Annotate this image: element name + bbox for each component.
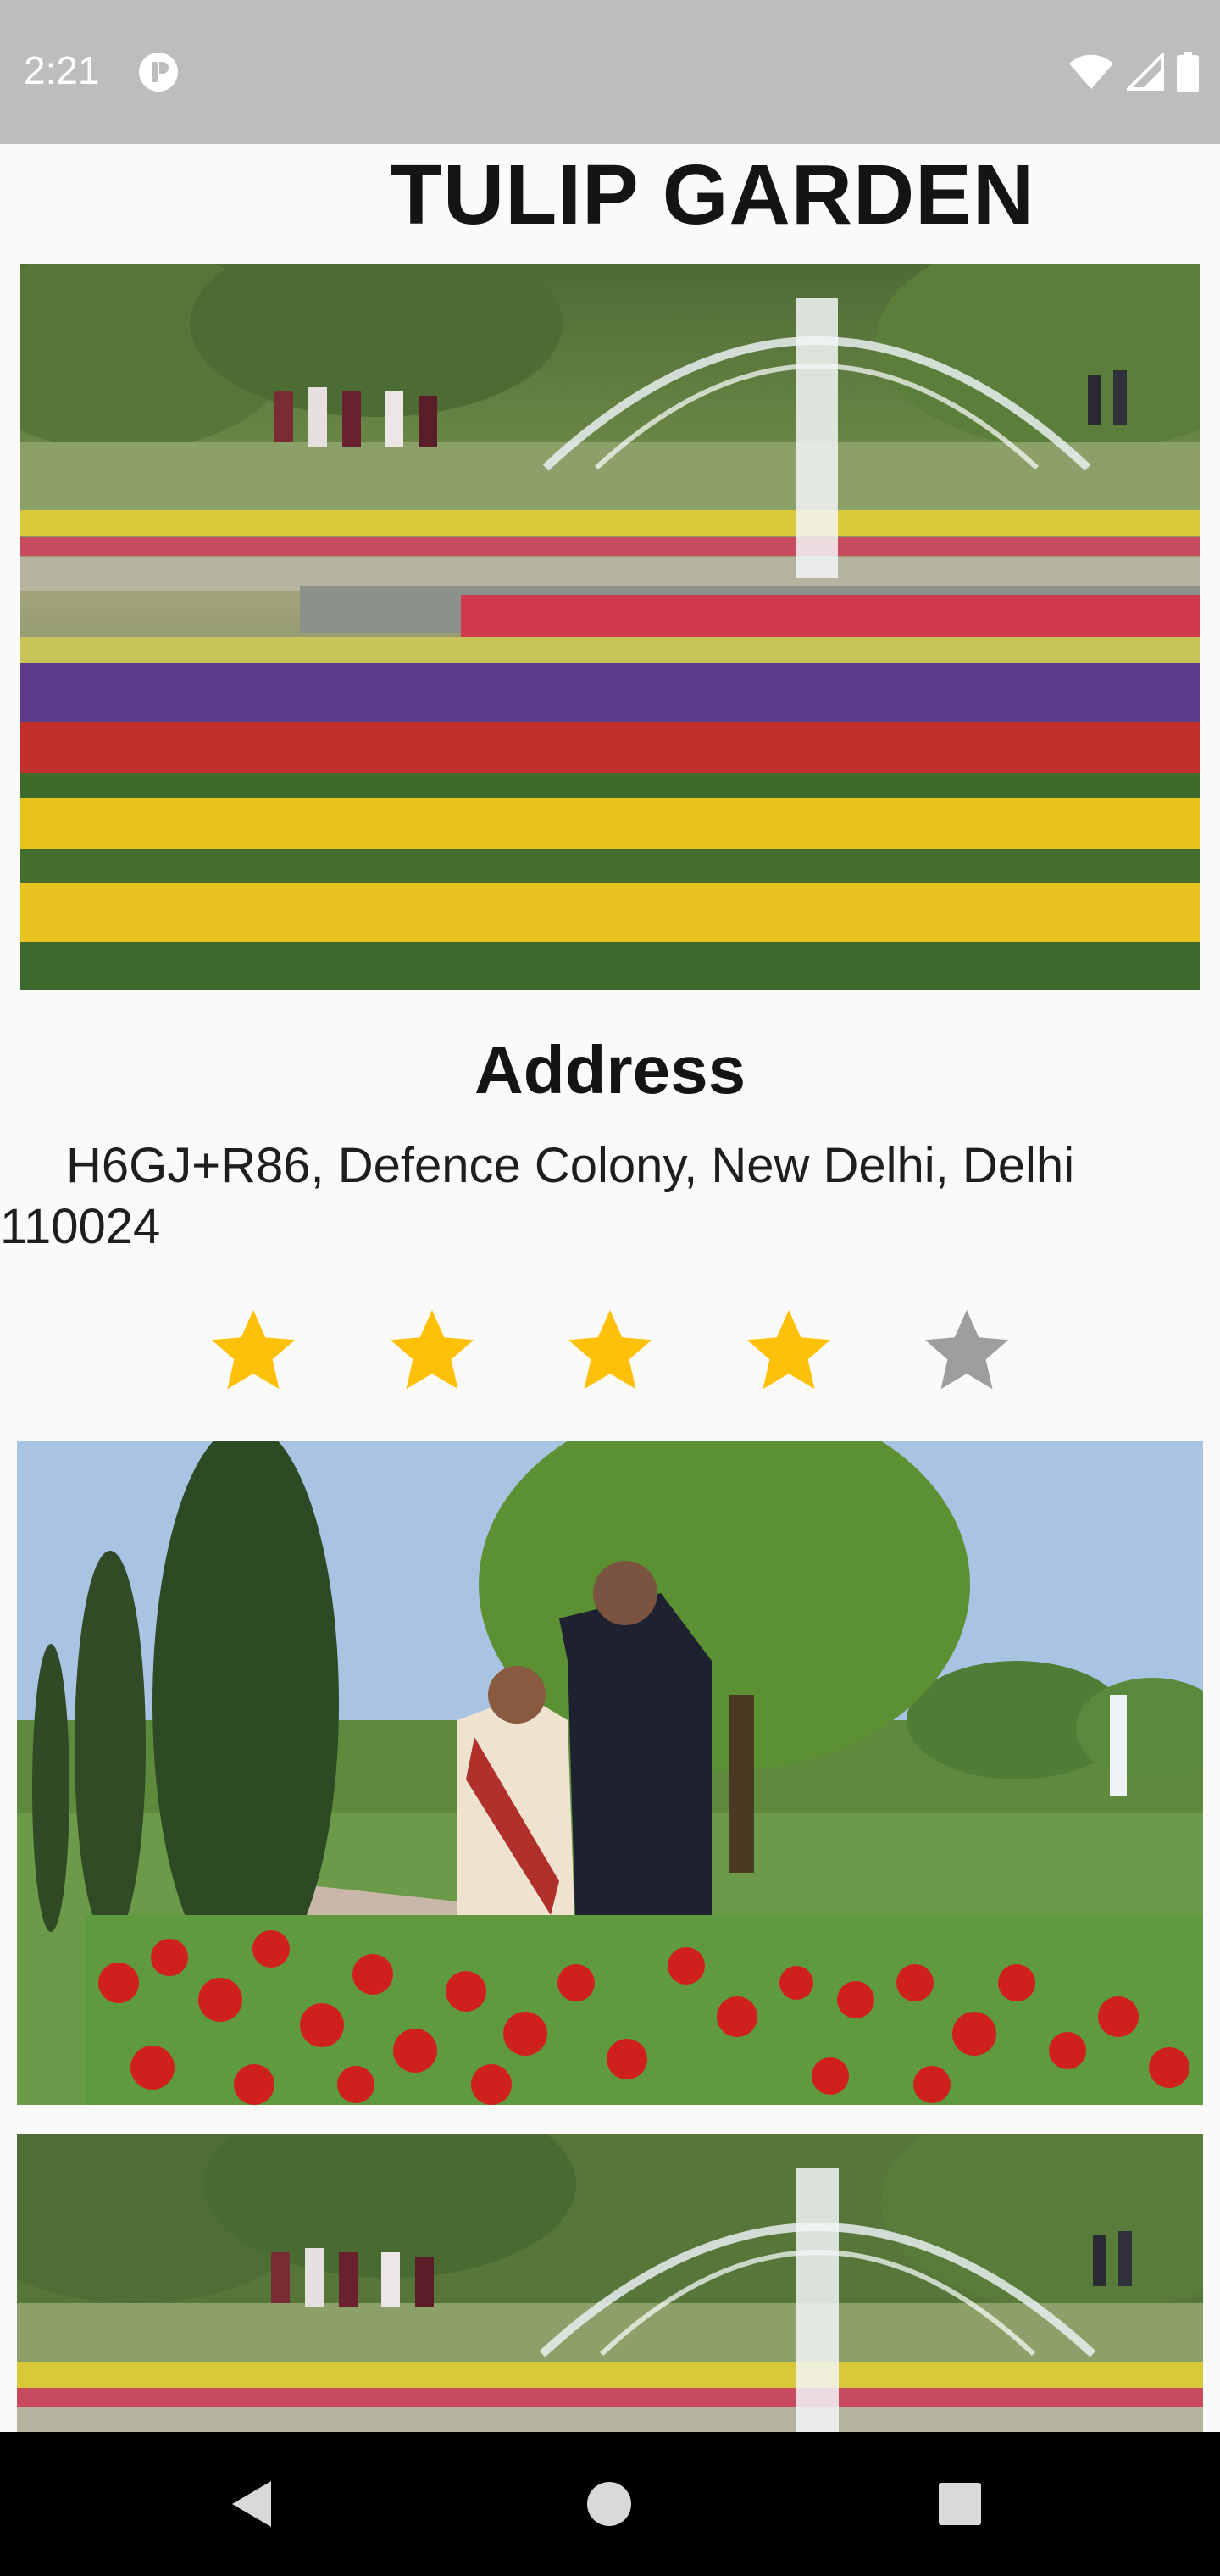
wifi-icon xyxy=(1069,54,1113,89)
app-notification-icon xyxy=(139,53,178,92)
address-heading: Address xyxy=(474,1032,746,1108)
battery-icon xyxy=(1177,52,1199,92)
rating-bar[interactable] xyxy=(203,1296,1017,1407)
garden-photo-visitors xyxy=(17,1441,1203,2105)
home-icon[interactable] xyxy=(580,2474,639,2534)
star-icon-filled[interactable] xyxy=(560,1302,660,1402)
back-icon[interactable] xyxy=(224,2474,283,2534)
star-icon-filled[interactable] xyxy=(382,1302,482,1402)
recents-icon[interactable] xyxy=(930,2474,990,2534)
star-icon-filled[interactable] xyxy=(739,1302,839,1402)
garden-photo-fountain xyxy=(20,264,1200,990)
navigation-bar xyxy=(0,2432,1220,2576)
star-icon-filled[interactable] xyxy=(203,1302,303,1402)
address-text: H6GJ+R86, Defence Colony, New Delhi, Del… xyxy=(0,1138,1075,1254)
cellular-signal-icon xyxy=(1127,53,1164,91)
status-icons xyxy=(1068,51,1200,93)
page-title: TULIP GARDEN xyxy=(390,147,1035,242)
status-time: 2:21 xyxy=(24,48,100,92)
app-screen: 2:21 TULIP GARDEN Address H6GJ+R86, Defe… xyxy=(0,0,1220,2576)
garden-photo-fountain-2 xyxy=(17,2134,1203,2432)
star-icon-empty[interactable] xyxy=(917,1302,1017,1402)
status-bar: 2:21 xyxy=(0,0,1220,144)
